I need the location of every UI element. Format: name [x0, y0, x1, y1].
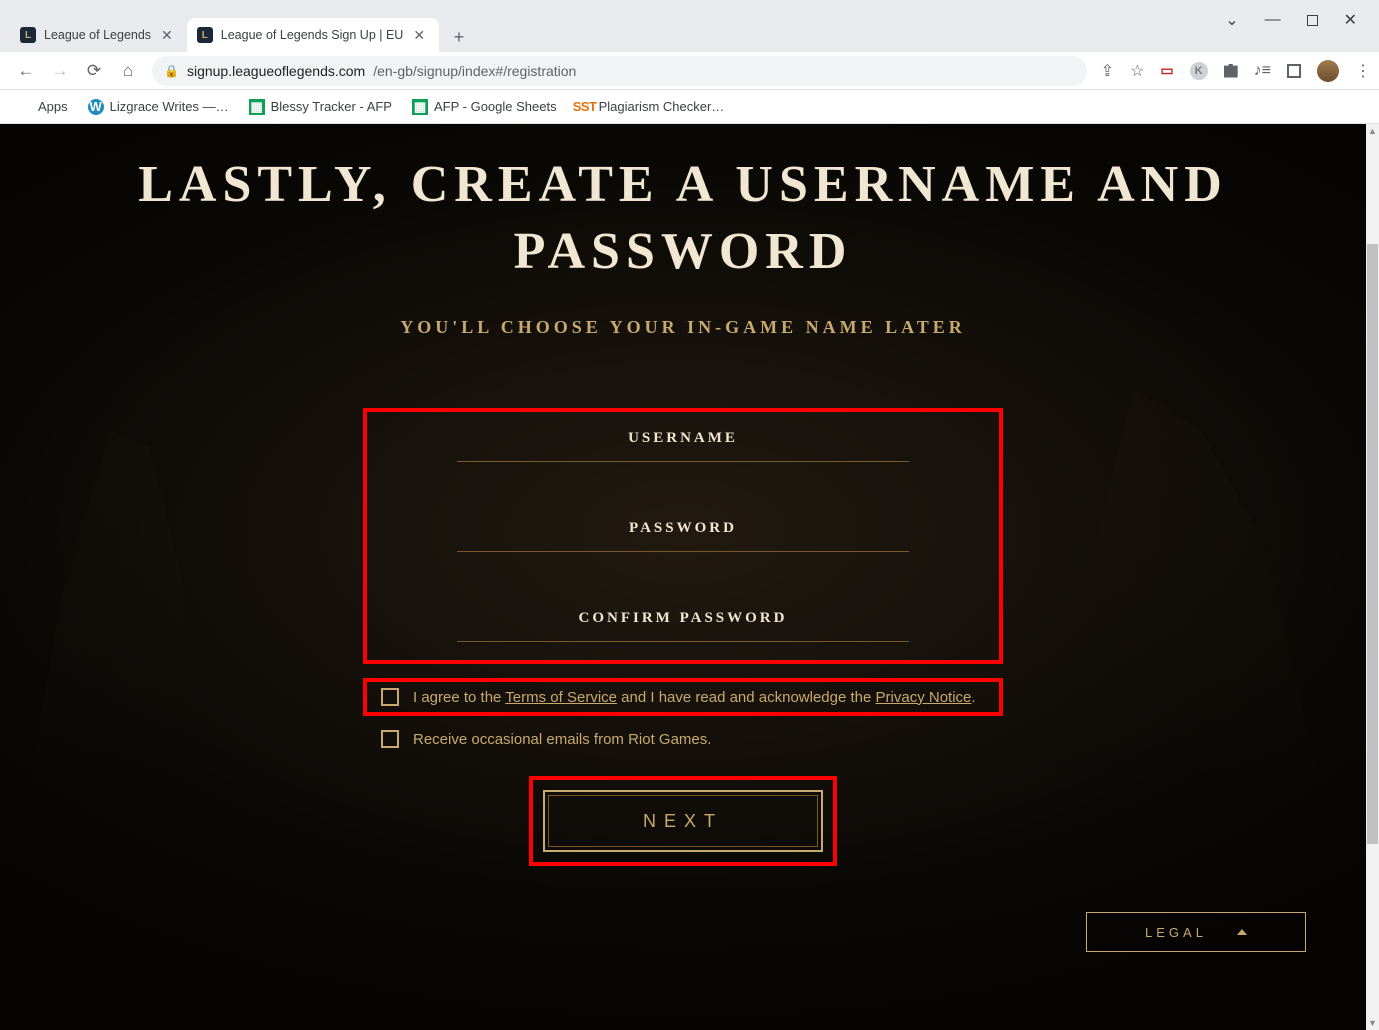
- browser-tab-active[interactable]: L League of Legends Sign Up | EU ✕: [187, 18, 439, 52]
- lol-favicon-icon: L: [20, 27, 36, 43]
- bookmark-label: Apps: [38, 99, 68, 114]
- vertical-scrollbar[interactable]: ▲ ▼: [1366, 124, 1379, 1030]
- bookmarks-bar: Apps W Lizgrace Writes —… ▦ Blessy Track…: [0, 90, 1379, 124]
- bookmark-label: Lizgrace Writes —…: [110, 99, 229, 114]
- input-underline: [457, 461, 909, 462]
- mcafee-icon[interactable]: ▭: [1160, 62, 1173, 79]
- form-highlight-box: USERNAME PASSWORD CONFIRM PASSWORD: [363, 408, 1003, 664]
- terms-highlight-box: I agree to the Terms of Service and I ha…: [363, 678, 1003, 716]
- legal-label: LEGAL: [1145, 925, 1207, 940]
- kebab-menu-icon[interactable]: ⋮: [1355, 61, 1371, 81]
- page-subtitle: YOU'LL CHOOSE YOUR IN-GAME NAME LATER: [400, 317, 966, 338]
- bookmark-apps[interactable]: Apps: [16, 99, 68, 115]
- scroll-up-icon[interactable]: ▲: [1366, 124, 1379, 138]
- privacy-notice-link[interactable]: Privacy Notice: [876, 689, 972, 706]
- bookmark-star-icon[interactable]: ☆: [1130, 61, 1144, 81]
- browser-toolbar: ← → ⟳ ⌂ 🔒 signup.leagueoflegends.com/en-…: [0, 52, 1379, 90]
- apps-icon: [16, 99, 32, 115]
- emails-optin-text: Receive occasional emails from Riot Game…: [413, 731, 711, 748]
- address-bar[interactable]: 🔒 signup.leagueoflegends.com/en-gb/signu…: [152, 56, 1087, 86]
- username-field[interactable]: USERNAME: [457, 430, 909, 462]
- tab-title: League of Legends Sign Up | EU: [221, 28, 404, 42]
- lock-icon: 🔒: [164, 64, 179, 78]
- terms-of-service-link[interactable]: Terms of Service: [505, 689, 617, 706]
- sst-icon: SST: [577, 99, 593, 115]
- url-host: signup.leagueoflegends.com: [187, 63, 365, 79]
- emails-optin-row: Receive occasional emails from Riot Game…: [363, 730, 1003, 748]
- triangle-up-icon: [1237, 929, 1247, 935]
- chevron-down-icon[interactable]: ⌄: [1225, 10, 1238, 30]
- bookmark-item[interactable]: ▦ Blessy Tracker - AFP: [249, 99, 392, 115]
- sidepanel-icon[interactable]: [1287, 64, 1301, 78]
- terms-mid: and I have read and acknowledge the: [617, 689, 876, 706]
- legal-dropdown[interactable]: LEGAL: [1086, 912, 1306, 952]
- extensions-icon[interactable]: [1224, 64, 1238, 78]
- lol-favicon-icon: L: [197, 27, 213, 43]
- bookmark-label: AFP - Google Sheets: [434, 99, 557, 114]
- bookmark-label: Blessy Tracker - AFP: [271, 99, 392, 114]
- toolbar-actions: ⇪ ☆ ▭ K ♪≡ ⋮: [1101, 60, 1371, 82]
- scrollbar-thumb[interactable]: [1367, 244, 1378, 844]
- share-icon[interactable]: ⇪: [1101, 61, 1114, 81]
- close-tab-icon[interactable]: ✕: [159, 28, 175, 42]
- bookmark-label: Plagiarism Checker…: [599, 99, 725, 114]
- next-button[interactable]: NEXT: [543, 790, 823, 852]
- reload-button[interactable]: ⟳: [84, 61, 104, 81]
- page-title: LASTLY, CREATE A USERNAME AND PASSWORD: [133, 152, 1233, 285]
- window-titlebar: [0, 0, 1379, 14]
- page-viewport: LASTLY, CREATE A USERNAME AND PASSWORD Y…: [0, 124, 1379, 1030]
- terms-end: .: [971, 689, 975, 706]
- browser-tabstrip: L League of Legends ✕ L League of Legend…: [0, 14, 1379, 52]
- bookmark-item[interactable]: ▦ AFP - Google Sheets: [412, 99, 557, 115]
- confirm-password-field[interactable]: CONFIRM PASSWORD: [457, 610, 909, 642]
- bookmark-item[interactable]: W Lizgrace Writes —…: [88, 99, 229, 115]
- terms-text: I agree to the Terms of Service and I ha…: [413, 689, 976, 706]
- minimize-icon[interactable]: ―: [1265, 11, 1281, 29]
- home-button[interactable]: ⌂: [118, 61, 138, 81]
- next-highlight-box: NEXT: [529, 776, 837, 866]
- password-field[interactable]: PASSWORD: [457, 520, 909, 552]
- new-tab-button[interactable]: +: [445, 24, 473, 52]
- scroll-down-icon[interactable]: ▼: [1366, 1016, 1379, 1030]
- gsheet-icon: ▦: [249, 99, 265, 115]
- input-underline: [457, 551, 909, 552]
- browser-tab[interactable]: L League of Legends ✕: [10, 18, 187, 52]
- media-icon[interactable]: ♪≡: [1254, 62, 1271, 80]
- password-label: PASSWORD: [457, 520, 909, 551]
- extension-k-icon[interactable]: K: [1190, 62, 1208, 80]
- wordpress-icon: W: [88, 99, 104, 115]
- tab-title: League of Legends: [44, 28, 151, 42]
- next-button-label: NEXT: [643, 811, 723, 832]
- username-label: USERNAME: [457, 430, 909, 461]
- url-path: /en-gb/signup/index#/registration: [373, 63, 576, 79]
- emails-checkbox[interactable]: [381, 730, 399, 748]
- gsheet-icon: ▦: [412, 99, 428, 115]
- back-button[interactable]: ←: [16, 61, 36, 81]
- maximize-icon[interactable]: [1307, 15, 1318, 26]
- forward-button: →: [50, 61, 70, 81]
- profile-avatar[interactable]: [1317, 60, 1339, 82]
- confirm-password-label: CONFIRM PASSWORD: [457, 610, 909, 641]
- input-underline: [457, 641, 909, 642]
- terms-pre: I agree to the: [413, 689, 505, 706]
- close-tab-icon[interactable]: ✕: [411, 28, 427, 42]
- terms-checkbox[interactable]: [381, 688, 399, 706]
- bookmark-item[interactable]: SST Plagiarism Checker…: [577, 99, 725, 115]
- close-window-icon[interactable]: ✕: [1344, 10, 1357, 30]
- window-controls: ⌄ ― ✕: [1225, 0, 1379, 40]
